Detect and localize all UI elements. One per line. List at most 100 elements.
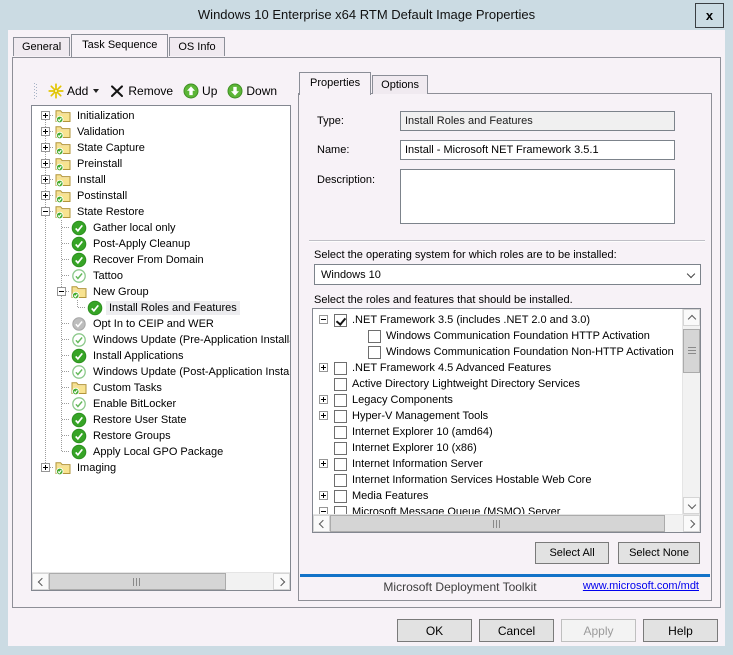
checkbox-unchecked[interactable] xyxy=(334,378,347,391)
collapse-icon[interactable] xyxy=(57,287,66,296)
tab-options[interactable]: Options xyxy=(372,75,428,94)
checkbox-unchecked[interactable] xyxy=(334,458,347,471)
move-up-button[interactable]: Up xyxy=(180,81,220,101)
tree-item[interactable]: Enable BitLocker xyxy=(38,396,290,412)
scroll-down-button[interactable] xyxy=(683,497,700,514)
expand-icon[interactable] xyxy=(319,459,328,468)
tree-horizontal-scrollbar[interactable] xyxy=(32,572,290,590)
collapse-icon[interactable] xyxy=(41,207,50,216)
checkbox-unchecked[interactable] xyxy=(368,330,381,343)
tree-item[interactable]: Validation xyxy=(38,124,290,140)
collapse-icon[interactable] xyxy=(319,315,328,324)
role-item[interactable]: Microsoft Message Queue (MSMQ) Server xyxy=(317,504,682,514)
expand-icon[interactable] xyxy=(319,491,328,500)
role-item[interactable]: .NET Framework 3.5 (includes .NET 2.0 an… xyxy=(317,312,682,328)
role-item[interactable]: Internet Information Server xyxy=(317,456,682,472)
mdt-link[interactable]: www.microsoft.com/mdt xyxy=(583,580,699,592)
titlebar[interactable]: Windows 10 Enterprise x64 RTM Default Im… xyxy=(0,0,733,30)
help-button[interactable]: Help xyxy=(643,619,718,642)
tree-item[interactable]: Imaging xyxy=(38,460,290,476)
role-item[interactable]: Media Features xyxy=(317,488,682,504)
scroll-thumb[interactable] xyxy=(330,515,665,532)
add-button[interactable]: Add xyxy=(45,81,102,101)
tab-general[interactable]: General xyxy=(13,37,70,56)
role-item[interactable]: Legacy Components xyxy=(317,392,682,408)
tree-item[interactable]: Postinstall xyxy=(38,188,290,204)
select-all-button[interactable]: Select All xyxy=(535,542,609,564)
expand-icon[interactable] xyxy=(41,463,50,472)
scroll-track[interactable] xyxy=(330,515,683,532)
checkbox-unchecked[interactable] xyxy=(334,410,347,423)
os-dropdown[interactable]: Windows 10 xyxy=(314,264,701,285)
tree-item[interactable]: Restore User State xyxy=(38,412,290,428)
role-item[interactable]: Internet Information Services Hostable W… xyxy=(317,472,682,488)
tree-item[interactable]: New Group xyxy=(38,284,290,300)
tree-item[interactable]: Recover From Domain xyxy=(38,252,290,268)
role-item[interactable]: Internet Explorer 10 (x86) xyxy=(317,440,682,456)
tree-item[interactable]: Windows Update (Post-Application Install… xyxy=(38,364,290,380)
add-dropdown-caret-icon[interactable] xyxy=(93,89,99,93)
scroll-up-button[interactable] xyxy=(683,309,700,326)
role-item[interactable]: Windows Communication Foundation Non-HTT… xyxy=(317,344,682,360)
checkbox-checked[interactable] xyxy=(334,314,347,327)
role-item[interactable]: Active Directory Lightweight Directory S… xyxy=(317,376,682,392)
expand-icon[interactable] xyxy=(319,395,328,404)
checkbox-unchecked[interactable] xyxy=(368,346,381,359)
tree-item[interactable]: Initialization xyxy=(38,108,290,124)
expand-icon[interactable] xyxy=(319,363,328,372)
role-item[interactable]: Windows Communication Foundation HTTP Ac… xyxy=(317,328,682,344)
expand-icon[interactable] xyxy=(41,175,50,184)
scroll-track[interactable] xyxy=(683,326,700,497)
scroll-thumb[interactable] xyxy=(49,573,226,590)
scroll-left-button[interactable] xyxy=(313,515,330,532)
description-field[interactable] xyxy=(400,169,675,224)
tab-os-info[interactable]: OS Info xyxy=(169,37,224,56)
remove-button[interactable]: Remove xyxy=(106,81,176,101)
scroll-right-button[interactable] xyxy=(273,573,290,590)
tab-properties[interactable]: Properties xyxy=(299,72,371,95)
scroll-thumb[interactable] xyxy=(683,329,700,373)
tree-item[interactable]: Tattoo xyxy=(38,268,290,284)
role-item[interactable]: .NET Framework 4.5 Advanced Features xyxy=(317,360,682,376)
tree-item[interactable]: Preinstall xyxy=(38,156,290,172)
checkbox-unchecked[interactable] xyxy=(334,362,347,375)
tree-item[interactable]: Install Roles and Features xyxy=(38,300,290,316)
checkbox-unchecked[interactable] xyxy=(334,506,347,515)
cancel-button[interactable]: Cancel xyxy=(479,619,554,642)
expand-icon[interactable] xyxy=(41,111,50,120)
expand-icon[interactable] xyxy=(41,191,50,200)
tree-item[interactable]: State Restore xyxy=(38,204,290,220)
tab-task-sequence[interactable]: Task Sequence xyxy=(71,34,168,57)
toolbar-grip[interactable] xyxy=(34,83,37,99)
scroll-right-button[interactable] xyxy=(683,515,700,532)
tree-item[interactable]: Post-Apply Cleanup xyxy=(38,236,290,252)
roles-vertical-scrollbar[interactable] xyxy=(682,309,700,514)
select-none-button[interactable]: Select None xyxy=(618,542,700,564)
checkbox-unchecked[interactable] xyxy=(334,442,347,455)
scroll-track[interactable] xyxy=(49,573,273,590)
name-field[interactable] xyxy=(400,140,675,160)
tree-item[interactable]: Install xyxy=(38,172,290,188)
scroll-left-button[interactable] xyxy=(32,573,49,590)
tree-item[interactable]: Install Applications xyxy=(38,348,290,364)
tree-item[interactable]: Restore Groups xyxy=(38,428,290,444)
collapse-icon[interactable] xyxy=(319,507,328,514)
move-down-button[interactable]: Down xyxy=(224,81,280,101)
role-item[interactable]: Internet Explorer 10 (amd64) xyxy=(317,424,682,440)
tree-item[interactable]: Custom Tasks xyxy=(38,380,290,396)
role-item[interactable]: Hyper-V Management Tools xyxy=(317,408,682,424)
expand-icon[interactable] xyxy=(41,159,50,168)
expand-icon[interactable] xyxy=(319,411,328,420)
ok-button[interactable]: OK xyxy=(397,619,472,642)
tree-item[interactable]: Gather local only xyxy=(38,220,290,236)
expand-icon[interactable] xyxy=(41,127,50,136)
tree-item[interactable]: State Capture xyxy=(38,140,290,156)
roles-horizontal-scrollbar[interactable] xyxy=(313,514,700,532)
tree-item[interactable]: Opt In to CEIP and WER xyxy=(38,316,290,332)
checkbox-unchecked[interactable] xyxy=(334,474,347,487)
expand-icon[interactable] xyxy=(41,143,50,152)
checkbox-unchecked[interactable] xyxy=(334,426,347,439)
close-button[interactable]: x xyxy=(695,3,724,28)
tree-item[interactable]: Apply Local GPO Package xyxy=(38,444,290,460)
checkbox-unchecked[interactable] xyxy=(334,490,347,503)
